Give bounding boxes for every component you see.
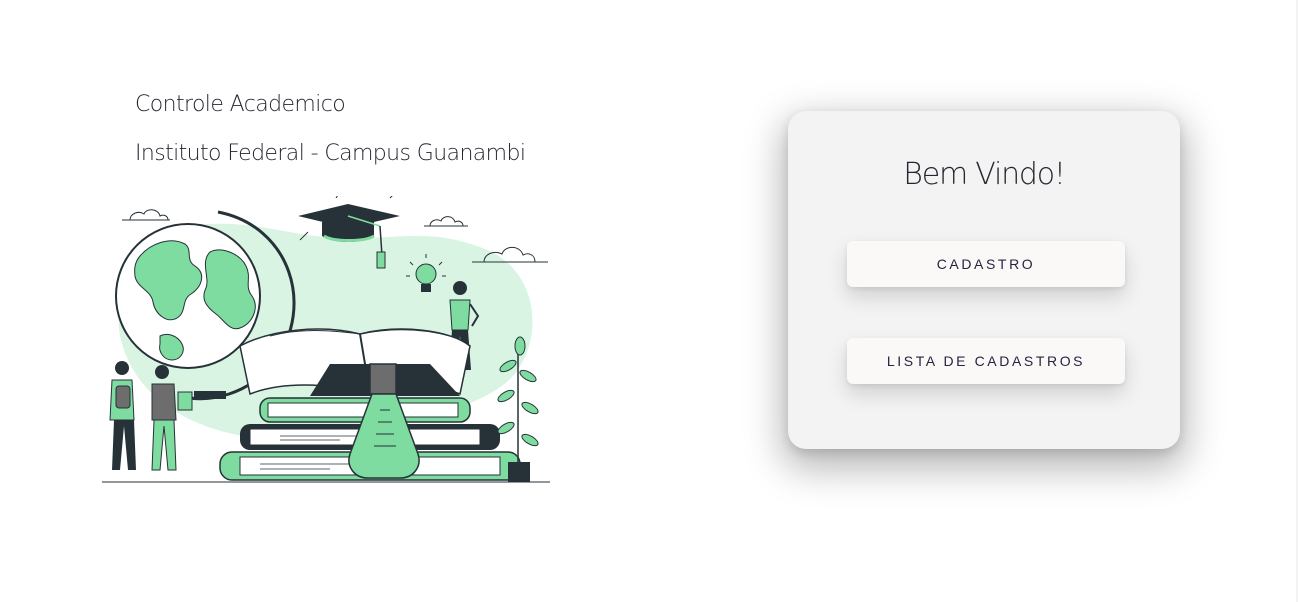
app-title: Controle Academico bbox=[135, 92, 346, 117]
cadastro-button[interactable]: CADASTRO bbox=[847, 241, 1125, 287]
education-illustration bbox=[102, 196, 550, 483]
welcome-heading: Bem Vindo! bbox=[903, 157, 1066, 192]
lista-cadastros-button[interactable]: LISTA DE CADASTROS bbox=[847, 338, 1125, 384]
institution-title: Instituto Federal - Campus Guanambi bbox=[135, 141, 526, 166]
welcome-card: Bem Vindo! CADASTRO LISTA DE CADASTROS bbox=[788, 111, 1180, 449]
page: Controle Academico Instituto Federal - C… bbox=[0, 0, 1298, 602]
